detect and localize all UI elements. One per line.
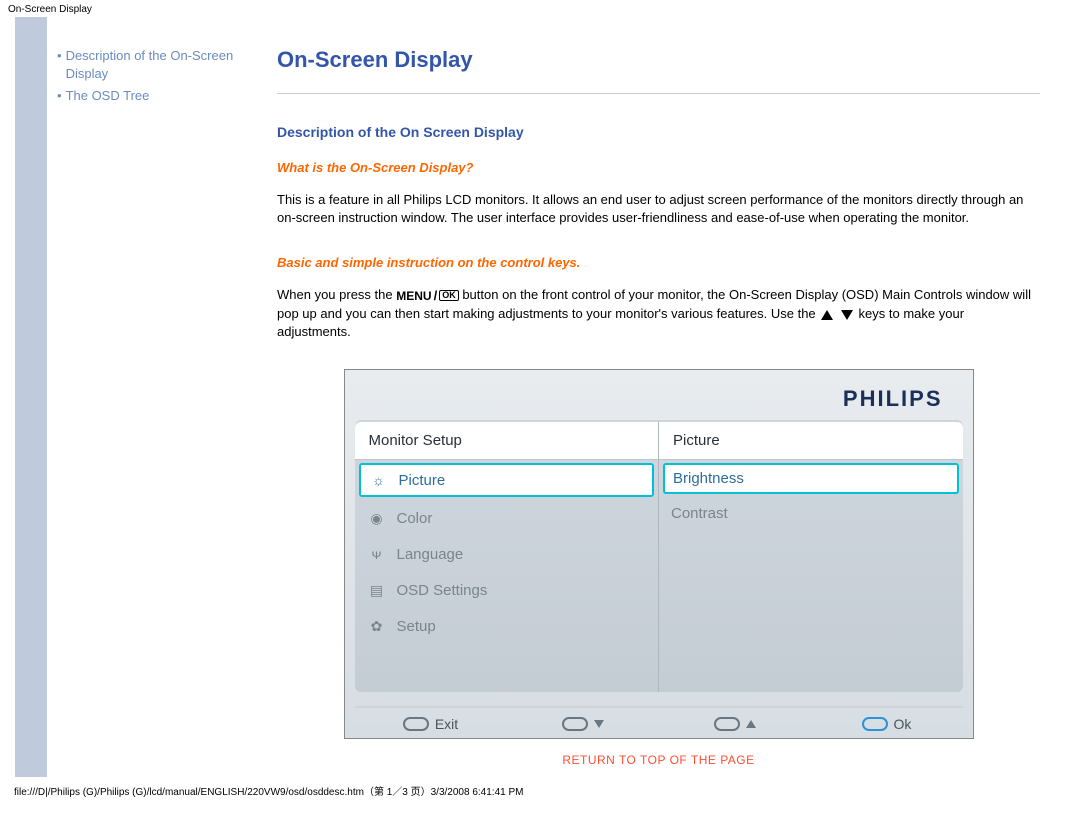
sub-heading-1: What is the On-Screen Display?: [277, 160, 1040, 175]
divider: [277, 93, 1040, 94]
osd-menu-item[interactable]: ◉ Color: [355, 500, 659, 536]
osd-menu-label: OSD Settings: [397, 582, 488, 599]
main-content: On-Screen Display Description of the On …: [277, 17, 1080, 777]
philips-logo: PHILIPS: [355, 380, 963, 420]
sidebar-link[interactable]: The OSD Tree: [66, 87, 150, 105]
arrow-down-icon: [841, 310, 853, 320]
sidebar-item-description[interactable]: • Description of the On-Screen Display: [57, 47, 267, 83]
section-heading: Description of the On Screen Display: [277, 124, 1040, 140]
triangle-down-icon: [594, 720, 604, 728]
return-to-top[interactable]: RETURN TO TOP OF THE PAGE: [277, 753, 1040, 767]
osd-menu-label: Picture: [399, 472, 446, 489]
osd-down-button[interactable]: [507, 717, 659, 731]
triangle-up-icon: [746, 720, 756, 728]
osd-left-header: Monitor Setup: [355, 422, 659, 460]
osd-right-column: Picture Brightness Contrast: [659, 422, 963, 692]
osd-footer: Exit Ok: [355, 706, 963, 732]
osd-ok-label: Ok: [894, 716, 912, 732]
sub-heading-2: Basic and simple instruction on the cont…: [277, 255, 1040, 270]
sidebar: • Description of the On-Screen Display •…: [47, 17, 277, 777]
osd-submenu-item[interactable]: Brightness: [663, 463, 959, 494]
brightness-icon: ☼: [369, 470, 389, 490]
osd-menu-label: Setup: [397, 618, 436, 635]
oval-icon: [562, 717, 588, 731]
osd-exit-label: Exit: [435, 716, 458, 732]
osd-menu-item[interactable]: ✿ Setup: [355, 608, 659, 644]
p2-part-a: When you press the: [277, 287, 396, 302]
osd-menu-label: Color: [397, 510, 433, 527]
osd-menu-label: Language: [397, 546, 464, 563]
menu-ok-glyph: MENU / OK: [396, 287, 458, 305]
return-link[interactable]: RETURN TO TOP OF THE PAGE: [562, 753, 754, 767]
footer-file-path: file:///D|/Philips (G)/Philips (G)/lcd/m…: [0, 777, 1080, 804]
sidebar-item-osd-tree[interactable]: • The OSD Tree: [57, 87, 267, 105]
osd-submenu-item[interactable]: Contrast: [659, 497, 963, 530]
oval-icon: [714, 717, 740, 731]
osd-menu-item[interactable]: ᴪ Language: [355, 536, 659, 572]
menu-label: MENU: [396, 288, 431, 305]
osd-exit-button[interactable]: Exit: [355, 716, 507, 732]
osd-submenu-label: Contrast: [671, 505, 728, 522]
osd-screenshot: PHILIPS Monitor Setup ☼ Picture ◉ Colorᴪ Lan…: [344, 369, 974, 739]
color-icon: ◉: [367, 508, 387, 528]
left-accent-stripe: [15, 17, 47, 777]
osd-left-column: Monitor Setup ☼ Picture ◉ Colorᴪ Language ▤ OS…: [355, 422, 660, 692]
osd-ok-button[interactable]: Ok: [811, 716, 963, 732]
ok-icon: OK: [439, 290, 459, 301]
arrow-up-icon: [821, 310, 833, 320]
paragraph-2: When you press the MENU / OK button on t…: [277, 286, 1040, 341]
osd-up-button[interactable]: [659, 717, 811, 731]
oval-icon: [403, 717, 429, 731]
page-title: On-Screen Display: [277, 47, 1040, 73]
osd-menu-item[interactable]: ▤ OSD Settings: [355, 572, 659, 608]
osd-settings-icon: ▤: [367, 580, 387, 600]
language-icon: ᴪ: [367, 544, 387, 564]
osd-menu-item[interactable]: ☼ Picture: [359, 463, 655, 497]
page-top-label: On-Screen Display: [0, 0, 1080, 17]
paragraph-1: This is a feature in all Philips LCD mon…: [277, 191, 1040, 227]
oval-icon: [862, 717, 888, 731]
osd-right-header: Picture: [659, 422, 963, 460]
osd-submenu-label: Brightness: [673, 470, 744, 487]
setup-icon: ✿: [367, 616, 387, 636]
sidebar-link[interactable]: Description of the On-Screen Display: [66, 47, 267, 83]
